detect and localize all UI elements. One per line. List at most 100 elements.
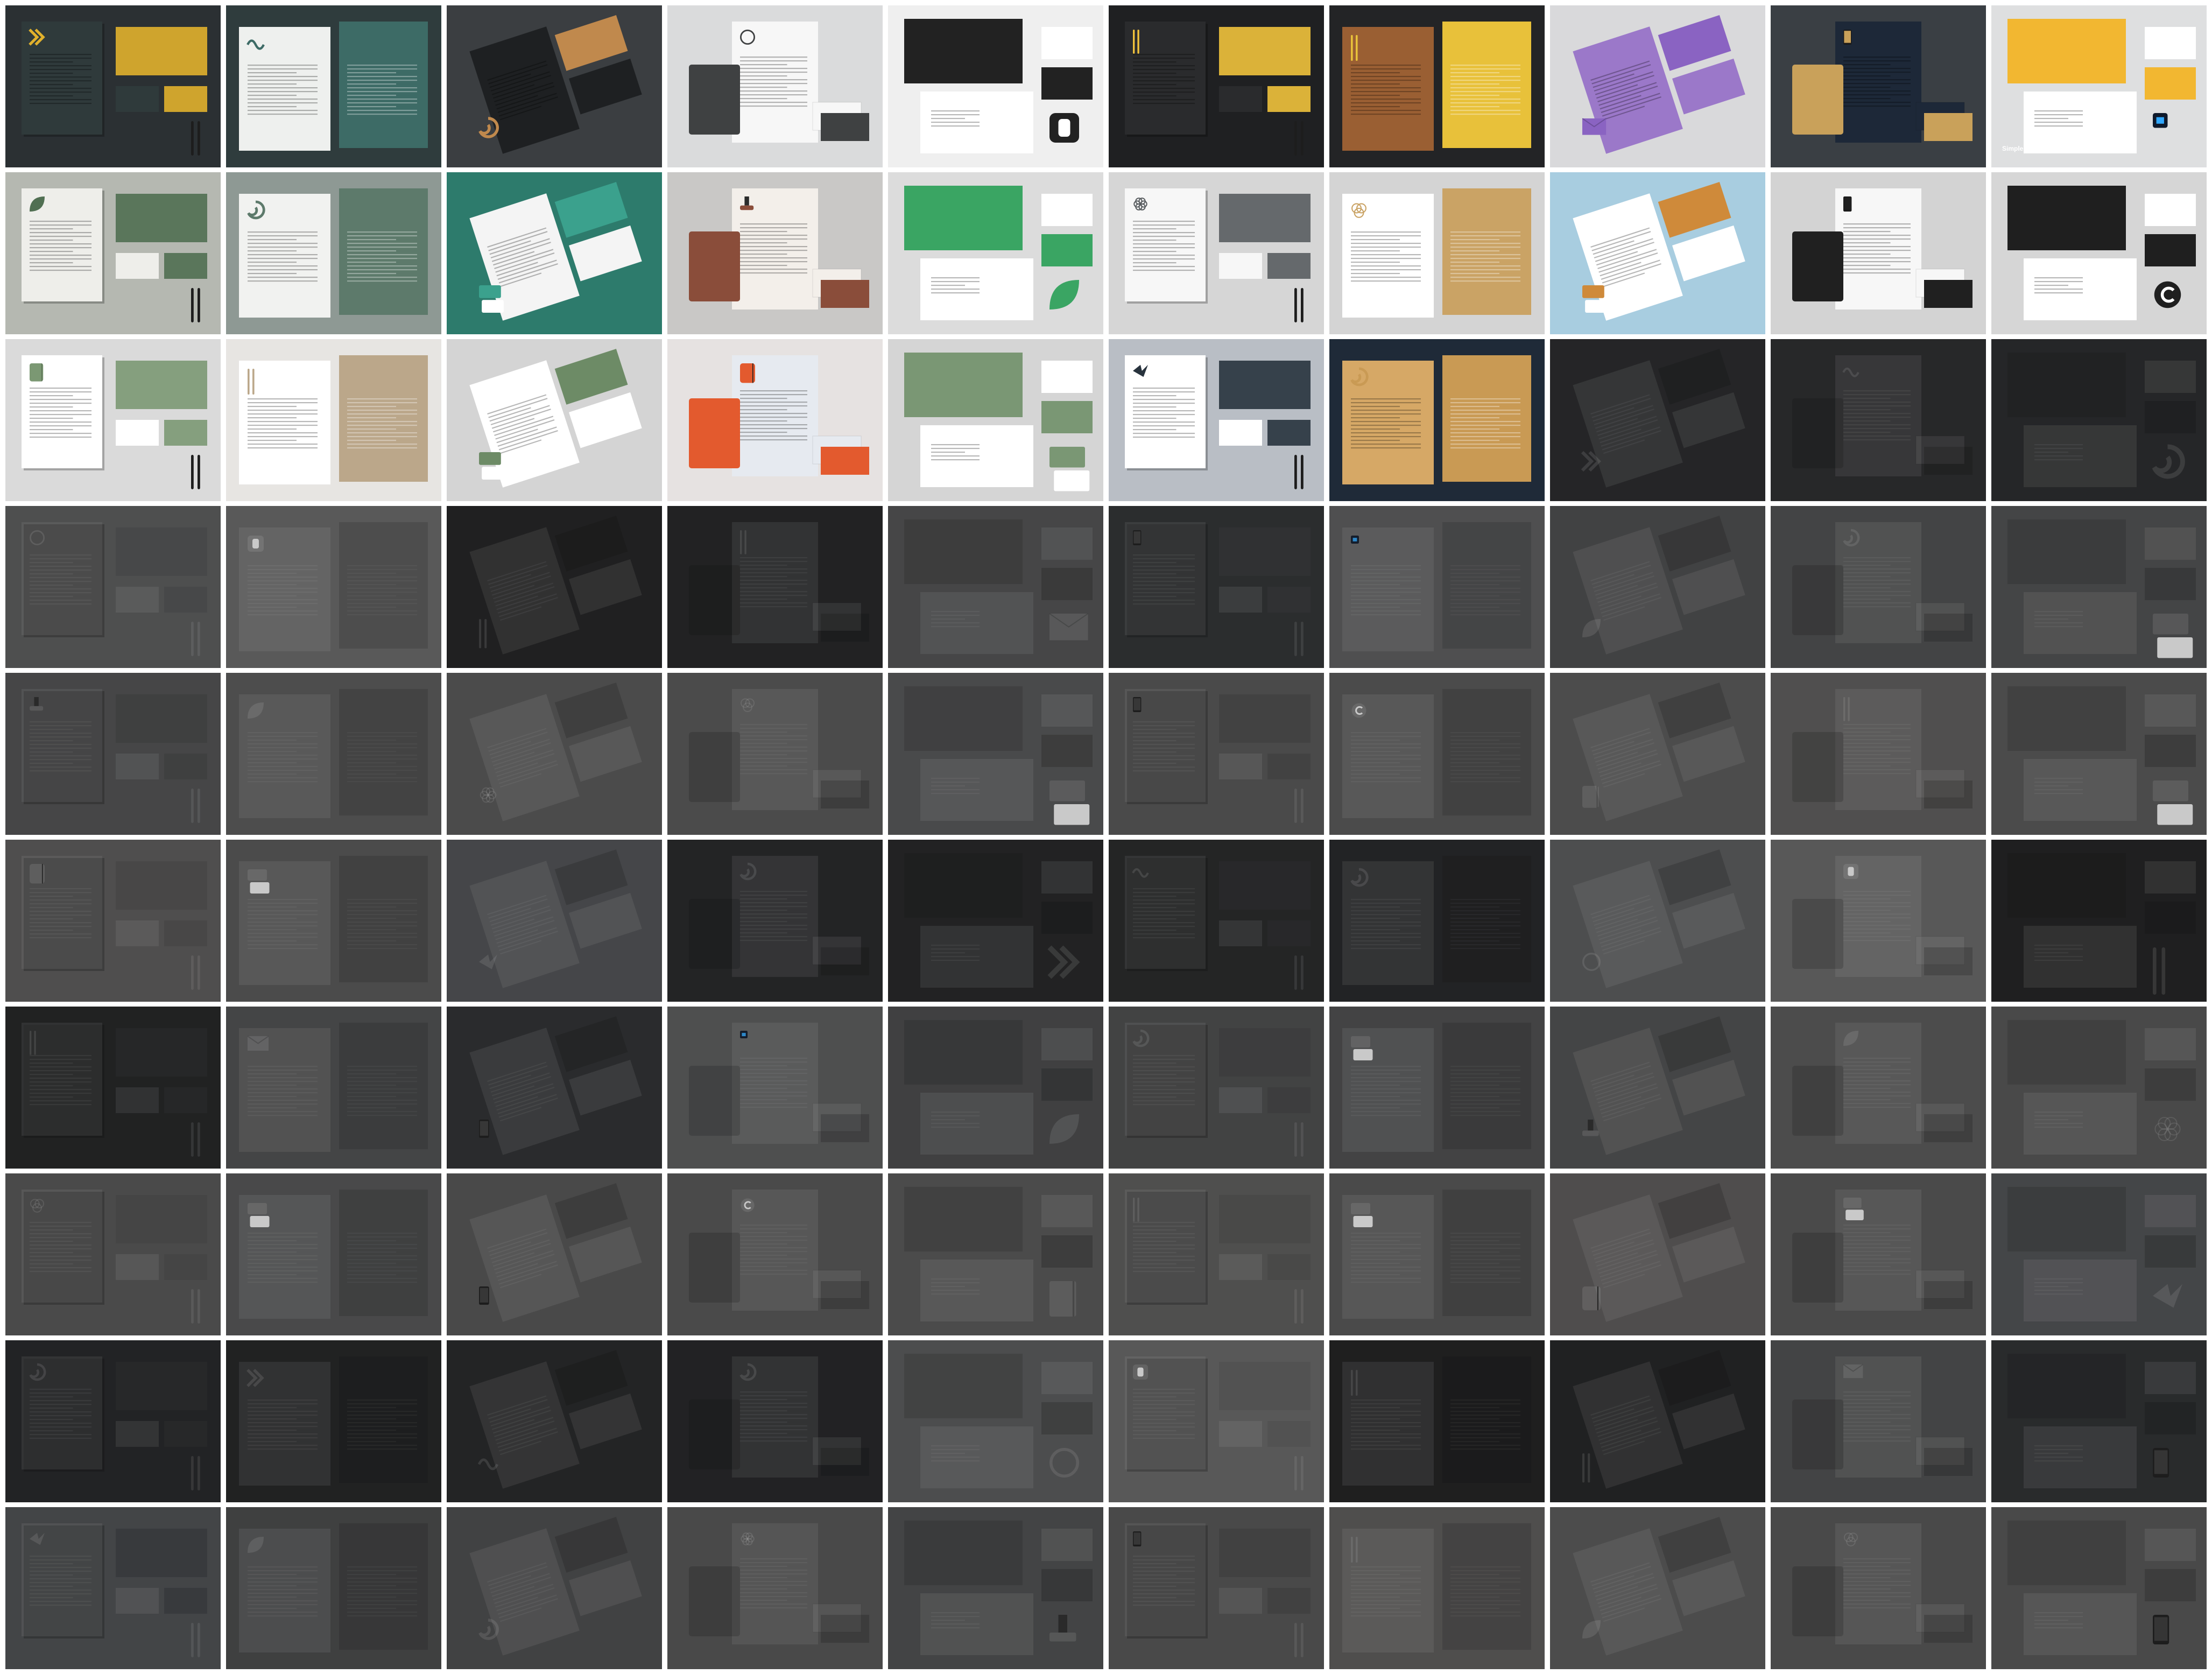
mockup-thumbnail[interactable] xyxy=(1991,339,2207,501)
mockup-thumbnail[interactable] xyxy=(1771,840,1986,1002)
mockup-thumbnail[interactable] xyxy=(1991,1173,2207,1335)
mockup-thumbnail[interactable] xyxy=(888,673,1103,835)
mockup-thumbnail[interactable] xyxy=(1329,172,1545,334)
mockup-thumbnail[interactable] xyxy=(1550,5,1765,167)
mockup-thumbnail[interactable] xyxy=(1550,1007,1765,1169)
mockup-thumbnail[interactable] xyxy=(1771,673,1986,835)
mockup-thumbnail[interactable] xyxy=(1329,506,1545,668)
mockup-thumbnail[interactable] xyxy=(1109,1173,1324,1335)
mockup-thumbnail[interactable] xyxy=(1771,5,1986,167)
mockup-thumbnail[interactable] xyxy=(667,506,883,668)
mockup-thumbnail[interactable] xyxy=(447,172,662,334)
mockup-thumbnail[interactable] xyxy=(1550,506,1765,668)
mockup-thumbnail[interactable] xyxy=(1329,1340,1545,1502)
mockup-thumbnail[interactable] xyxy=(1109,339,1324,501)
mockup-thumbnail[interactable] xyxy=(1771,1340,1986,1502)
mockup-thumbnail[interactable] xyxy=(888,1340,1103,1502)
mockup-thumbnail[interactable] xyxy=(888,840,1103,1002)
mockup-thumbnail[interactable] xyxy=(667,339,883,501)
mockup-thumbnail[interactable] xyxy=(447,840,662,1002)
mockup-thumbnail[interactable] xyxy=(1771,506,1986,668)
mockup-thumbnail[interactable] xyxy=(888,5,1103,167)
mockup-thumbnail[interactable] xyxy=(5,339,221,501)
mockup-thumbnail[interactable] xyxy=(5,673,221,835)
mockup-thumbnail[interactable] xyxy=(888,1007,1103,1169)
mockup-thumbnail[interactable] xyxy=(1991,1507,2207,1669)
mockup-thumbnail[interactable] xyxy=(1329,1173,1545,1335)
mockup-thumbnail[interactable] xyxy=(447,1007,662,1169)
mockup-thumbnail[interactable] xyxy=(226,339,441,501)
mockup-thumbnail[interactable] xyxy=(667,1507,883,1669)
mockup-thumbnail[interactable] xyxy=(888,1173,1103,1335)
mockup-thumbnail[interactable] xyxy=(1991,840,2207,1002)
mockup-thumbnail[interactable] xyxy=(1991,172,2207,334)
mockup-thumbnail[interactable] xyxy=(1329,1507,1545,1669)
mockup-thumbnail[interactable] xyxy=(1109,1507,1324,1669)
mockup-thumbnail[interactable] xyxy=(888,506,1103,668)
mockup-thumbnail[interactable]: Simple Stationery Mockup xyxy=(1991,5,2207,167)
mockup-thumbnail[interactable] xyxy=(447,506,662,668)
mockup-thumbnail[interactable] xyxy=(1550,172,1765,334)
mockup-thumbnail[interactable] xyxy=(1991,1007,2207,1169)
mockup-thumbnail[interactable] xyxy=(1109,172,1324,334)
mockup-thumbnail[interactable] xyxy=(5,172,221,334)
mockup-thumbnail[interactable] xyxy=(1329,840,1545,1002)
mockup-thumbnail[interactable] xyxy=(5,1340,221,1502)
mockup-thumbnail[interactable] xyxy=(447,673,662,835)
mockup-thumbnail[interactable] xyxy=(1109,673,1324,835)
mockup-thumbnail[interactable] xyxy=(226,5,441,167)
mockup-thumbnail[interactable] xyxy=(1550,339,1765,501)
mockup-thumbnail[interactable] xyxy=(447,1507,662,1669)
mockup-thumbnail[interactable] xyxy=(1991,1340,2207,1502)
mockup-thumbnail[interactable] xyxy=(447,1173,662,1335)
mockup-thumbnail[interactable] xyxy=(1329,339,1545,501)
mockup-thumbnail[interactable] xyxy=(1550,1173,1765,1335)
mockup-thumbnail[interactable] xyxy=(1109,5,1324,167)
mockup-thumbnail[interactable] xyxy=(226,1340,441,1502)
mockup-thumbnail[interactable] xyxy=(226,840,441,1002)
mockup-thumbnail[interactable] xyxy=(1550,1340,1765,1502)
mockup-thumbnail[interactable] xyxy=(1771,172,1986,334)
mockup-thumbnail[interactable] xyxy=(667,172,883,334)
mockup-thumbnail[interactable] xyxy=(5,1507,221,1669)
mockup-thumbnail[interactable] xyxy=(667,673,883,835)
mockup-thumbnail[interactable] xyxy=(5,506,221,668)
mockup-thumbnail[interactable] xyxy=(667,1007,883,1169)
mockup-thumbnail[interactable] xyxy=(1329,5,1545,167)
mockup-thumbnail[interactable] xyxy=(1550,673,1765,835)
mockup-thumbnail[interactable] xyxy=(447,1340,662,1502)
mockup-thumbnail[interactable] xyxy=(1550,840,1765,1002)
mockup-thumbnail[interactable] xyxy=(226,506,441,668)
mockup-thumbnail[interactable] xyxy=(226,673,441,835)
mockup-thumbnail[interactable] xyxy=(5,840,221,1002)
mockup-thumbnail[interactable] xyxy=(5,5,221,167)
mockup-thumbnail[interactable] xyxy=(1109,1007,1324,1169)
mockup-thumbnail[interactable] xyxy=(226,1507,441,1669)
mockup-thumbnail[interactable] xyxy=(667,5,883,167)
mockup-thumbnail[interactable] xyxy=(1329,1007,1545,1169)
mockup-thumbnail[interactable] xyxy=(1771,1173,1986,1335)
mockup-thumbnail[interactable] xyxy=(5,1007,221,1169)
mockup-thumbnail[interactable] xyxy=(1550,1507,1765,1669)
mockup-thumbnail[interactable] xyxy=(1991,506,2207,668)
mockup-thumbnail[interactable] xyxy=(447,5,662,167)
mockup-thumbnail[interactable] xyxy=(1109,840,1324,1002)
mockup-thumbnail[interactable] xyxy=(1329,673,1545,835)
mockup-thumbnail[interactable] xyxy=(1771,1507,1986,1669)
mockup-thumbnail[interactable] xyxy=(667,1340,883,1502)
mockup-thumbnail[interactable] xyxy=(1109,1340,1324,1502)
mockup-thumbnail[interactable] xyxy=(1771,1007,1986,1169)
mockup-thumbnail[interactable] xyxy=(1109,506,1324,668)
mockup-thumbnail[interactable] xyxy=(667,1173,883,1335)
mockup-thumbnail[interactable] xyxy=(667,840,883,1002)
mockup-thumbnail[interactable] xyxy=(226,172,441,334)
mockup-thumbnail[interactable] xyxy=(888,172,1103,334)
mockup-thumbnail[interactable] xyxy=(1771,339,1986,501)
mockup-thumbnail[interactable] xyxy=(5,1173,221,1335)
mockup-thumbnail[interactable] xyxy=(226,1173,441,1335)
mockup-thumbnail[interactable] xyxy=(888,1507,1103,1669)
mockup-thumbnail[interactable] xyxy=(888,339,1103,501)
mockup-thumbnail[interactable] xyxy=(447,339,662,501)
mockup-thumbnail[interactable] xyxy=(1991,673,2207,835)
mockup-thumbnail[interactable] xyxy=(226,1007,441,1169)
